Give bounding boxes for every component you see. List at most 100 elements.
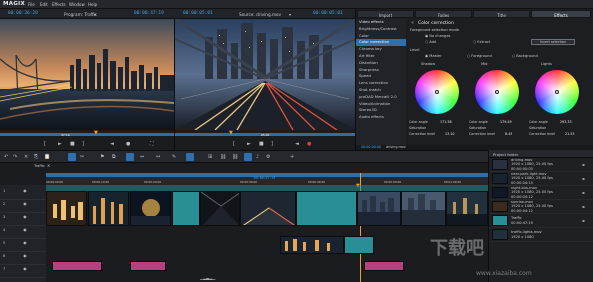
timeline-clip-transition[interactable] xyxy=(296,191,357,226)
menu-effects[interactable]: Effects xyxy=(52,2,66,7)
play-icon[interactable]: ► xyxy=(574,186,593,200)
link-icon[interactable]: ⛓ xyxy=(220,154,226,160)
play-icon[interactable]: ► xyxy=(247,141,251,147)
delete-icon[interactable]: ✕ xyxy=(24,154,28,160)
record-icon[interactable]: ● xyxy=(307,141,311,147)
group-icon[interactable]: ⧉ xyxy=(112,154,116,160)
record-icon[interactable]: ● xyxy=(126,141,130,147)
radio-add[interactable]: ○ Add xyxy=(425,40,436,44)
marker-icon[interactable]: ⚑ xyxy=(100,154,104,160)
range-tool-icon[interactable]: ⇔ xyxy=(140,154,144,160)
effect-chroma-key[interactable]: Chroma key xyxy=(356,46,406,53)
radio-master[interactable]: ◉ Master xyxy=(425,54,442,58)
timeline-clip[interactable] xyxy=(130,191,171,226)
tab-effects[interactable]: Effects xyxy=(531,10,591,18)
playhead-marker-icon[interactable]: ▼ xyxy=(94,130,98,136)
effect-lens-correction[interactable]: Lens correction xyxy=(356,80,406,87)
timeline-audio-clip[interactable] xyxy=(130,261,166,271)
step-back-icon[interactable]: ◄ xyxy=(295,141,299,147)
stop-icon[interactable]: ■ xyxy=(259,141,264,147)
effect-art-filter[interactable]: Art filter xyxy=(356,53,406,60)
effect-distortion[interactable]: Distortion xyxy=(356,60,406,67)
step-back-icon[interactable]: ◄ xyxy=(110,141,114,147)
playhead-marker-icon[interactable]: ▼ xyxy=(229,130,233,136)
tab-import[interactable]: Import xyxy=(357,10,414,18)
mouse-mode-button[interactable] xyxy=(68,153,76,161)
stop-icon[interactable]: ■ xyxy=(70,141,75,147)
radio-extract[interactable]: ○ Extract xyxy=(473,40,490,44)
effect-color-correction[interactable]: Color correction xyxy=(356,39,406,47)
fullscreen-icon[interactable]: ⛶ xyxy=(150,141,154,147)
effect-sharpness[interactable]: Sharpness xyxy=(356,67,406,74)
track-header-1[interactable]: 1 ◉ xyxy=(0,188,46,200)
invert-selection-button[interactable]: Invert selection xyxy=(531,39,575,45)
snap-icon[interactable]: ⊞ xyxy=(208,154,212,160)
menu-window[interactable]: Window xyxy=(69,2,85,7)
lights-color-angle-value[interactable]: 293.33 xyxy=(560,120,572,124)
effect-video-animation[interactable]: Video/Animation xyxy=(356,101,406,108)
timeline-clip[interactable] xyxy=(401,191,446,226)
timeline-audio-clip[interactable] xyxy=(52,261,102,271)
timeline-ruler[interactable]: 00:00:47:19 00:00:00:00 00:00:10:00 00:0… xyxy=(46,176,488,185)
radio-foreground[interactable]: ○ Foreground xyxy=(467,54,492,58)
effect-speed[interactable]: Speed xyxy=(356,73,406,80)
effect-stereo3d[interactable]: Stereo3D xyxy=(356,107,406,114)
chevron-down-icon[interactable]: ▾ xyxy=(94,12,96,17)
mid-wheel-handle[interactable] xyxy=(495,90,499,94)
undo-icon[interactable]: ↶ xyxy=(4,154,8,160)
mark-in-icon[interactable]: [ xyxy=(44,141,46,147)
effects-audio-category[interactable]: Audio effects xyxy=(356,114,406,121)
track-header-3[interactable]: 3 ◉ xyxy=(0,214,46,226)
track-header-4[interactable]: 4 ◉ xyxy=(0,227,46,239)
track-header-5[interactable]: 5 ◉ xyxy=(0,240,46,252)
zoom-in-icon[interactable]: + xyxy=(290,154,294,160)
track-header-6[interactable]: 6 ◉ xyxy=(0,253,46,265)
cut-icon[interactable]: ✂ xyxy=(80,154,84,160)
ripple-button[interactable] xyxy=(244,153,252,161)
track-header-7[interactable]: 7 ◉ xyxy=(0,266,46,278)
radio-no-changes[interactable]: ◉ No changes xyxy=(425,34,450,38)
program-timecode-current[interactable]: 00:00:36:28 xyxy=(8,11,38,16)
timeline-clip[interactable] xyxy=(46,191,87,226)
eye-icon[interactable]: ◉ xyxy=(5,201,27,206)
draw-tool-icon[interactable]: ✎ xyxy=(172,154,176,160)
mark-out-icon[interactable]: ] xyxy=(82,141,84,147)
eye-icon[interactable]: ◉ xyxy=(5,188,27,193)
timeline-clip[interactable] xyxy=(240,191,296,226)
timeline-clip[interactable] xyxy=(88,191,129,226)
eye-icon[interactable]: ◉ xyxy=(5,253,27,258)
program-preview[interactable] xyxy=(0,19,174,130)
unlink-icon[interactable]: ⛓ xyxy=(232,154,238,160)
menu-edit[interactable]: Edit xyxy=(40,2,48,7)
lights-correction-level-value[interactable]: 21.53 xyxy=(565,132,574,136)
source-preview[interactable] xyxy=(174,19,355,130)
paste-icon[interactable]: 📋 xyxy=(44,154,50,160)
shadow-color-angle-value[interactable]: 171.56 xyxy=(440,120,452,124)
zoom-tool-button[interactable] xyxy=(186,153,194,161)
eye-icon[interactable]: ◉ xyxy=(5,214,27,219)
timeline-audio-clip[interactable] xyxy=(364,261,404,271)
tab-title[interactable]: Title xyxy=(473,10,530,18)
mark-out-icon[interactable]: ] xyxy=(271,141,273,147)
play-icon[interactable]: ► xyxy=(58,141,62,147)
timeline-effects-strip[interactable] xyxy=(46,185,488,191)
lights-color-wheel[interactable] xyxy=(535,70,579,114)
track-header-2[interactable]: 2 ◉ xyxy=(0,201,46,213)
back-icon[interactable]: « xyxy=(411,20,414,26)
radio-background[interactable]: ○ Background xyxy=(512,54,538,58)
shadow-correction-level-value[interactable]: 13.10 xyxy=(445,132,454,136)
timeline-clip[interactable] xyxy=(446,191,488,226)
shadow-wheel-handle[interactable] xyxy=(435,90,439,94)
chevron-down-icon[interactable]: ▾ xyxy=(289,12,291,17)
program-scrub-bar[interactable] xyxy=(0,133,174,136)
effect-prodad-mercalli[interactable]: proDAD Mercalli 2.0 xyxy=(356,94,406,101)
stretch-tool-icon[interactable]: ↔ xyxy=(156,154,160,160)
play-icon[interactable]: ► xyxy=(574,158,593,172)
timeline-clip[interactable] xyxy=(280,236,344,254)
play-icon[interactable]: ► xyxy=(574,200,593,214)
select-tool-button[interactable] xyxy=(126,153,134,161)
close-icon[interactable]: × xyxy=(47,163,50,168)
redo-icon[interactable]: ↷ xyxy=(13,154,17,160)
eye-icon[interactable]: ◉ xyxy=(5,227,27,232)
mid-color-wheel[interactable] xyxy=(475,70,519,114)
